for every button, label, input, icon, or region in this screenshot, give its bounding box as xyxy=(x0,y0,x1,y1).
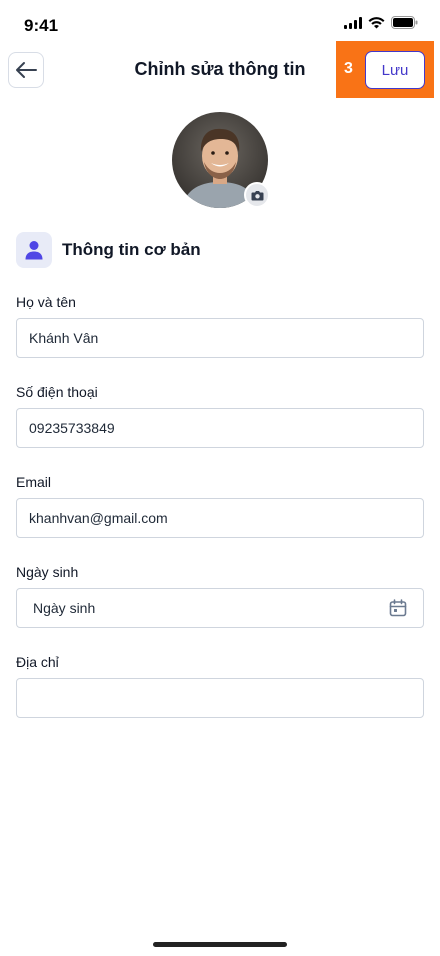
change-photo-button[interactable] xyxy=(244,182,270,208)
birthday-field[interactable]: Ngày sinh xyxy=(16,588,424,628)
camera-icon xyxy=(251,190,263,200)
wifi-icon xyxy=(368,16,385,28)
birthday-label: Ngày sinh xyxy=(16,564,79,580)
home-indicator xyxy=(153,942,287,947)
signal-icon xyxy=(344,16,362,29)
section-title: Thông tin cơ bản xyxy=(62,240,201,259)
email-field[interactable]: khanhvan@gmail.com xyxy=(16,498,424,538)
status-icons xyxy=(344,16,418,29)
full-name-label: Họ và tên xyxy=(16,294,76,310)
user-icon xyxy=(25,241,43,260)
birthday-placeholder: Ngày sinh xyxy=(33,600,96,616)
address-field[interactable] xyxy=(16,678,424,718)
full-name-field[interactable]: Khánh Vân xyxy=(16,318,424,358)
phone-field[interactable]: 09235733849 xyxy=(16,408,424,448)
avatar-container xyxy=(172,112,270,208)
section-icon xyxy=(16,232,52,268)
phone-label: Số điện thoại xyxy=(16,384,98,400)
section-header: Thông tin cơ bản xyxy=(16,232,201,268)
address-label: Địa chỉ xyxy=(16,654,59,670)
save-button[interactable]: Lưu xyxy=(365,51,425,89)
status-time: 9:41 xyxy=(24,16,59,35)
battery-icon xyxy=(391,16,418,29)
calendar-icon[interactable] xyxy=(389,599,407,617)
step-badge: 3 xyxy=(344,60,353,77)
email-label: Email xyxy=(16,474,52,490)
